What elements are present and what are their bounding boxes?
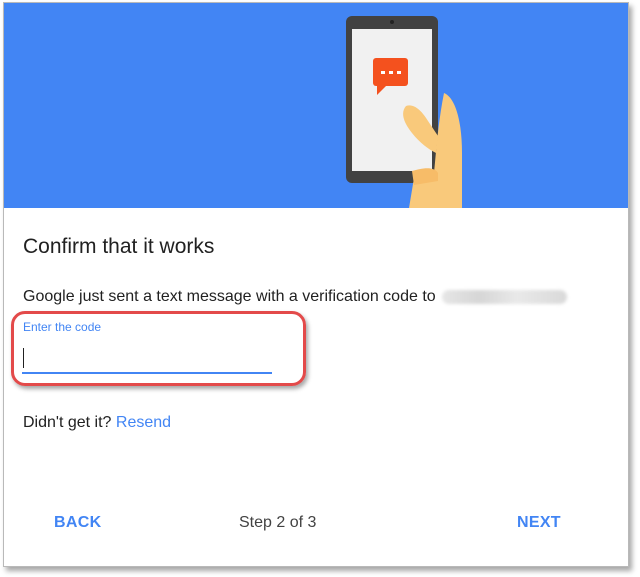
resend-prompt: Didn't get it? [23, 414, 112, 431]
hero-banner [4, 3, 628, 208]
code-field-label: Enter the code [23, 320, 102, 334]
dialog-content: Confirm that it works Google just sent a… [4, 208, 628, 566]
verification-dialog: Confirm that it works Google just sent a… [3, 2, 629, 567]
phone-illustration [346, 16, 462, 208]
text-cursor [23, 348, 24, 368]
next-button[interactable]: NEXT [507, 508, 571, 538]
redacted-phone-number [441, 289, 567, 304]
verification-code-input[interactable] [22, 340, 272, 374]
message-text: Google just sent a text message with a v… [23, 288, 436, 305]
back-button[interactable]: BACK [44, 508, 111, 538]
verification-message: Google just sent a text message with a v… [23, 288, 567, 306]
page-title: Confirm that it works [23, 235, 215, 258]
step-indicator: Step 2 of 3 [239, 514, 317, 531]
resend-link[interactable]: Resend [116, 414, 171, 431]
resend-row: Didn't get it? Resend [23, 414, 171, 432]
